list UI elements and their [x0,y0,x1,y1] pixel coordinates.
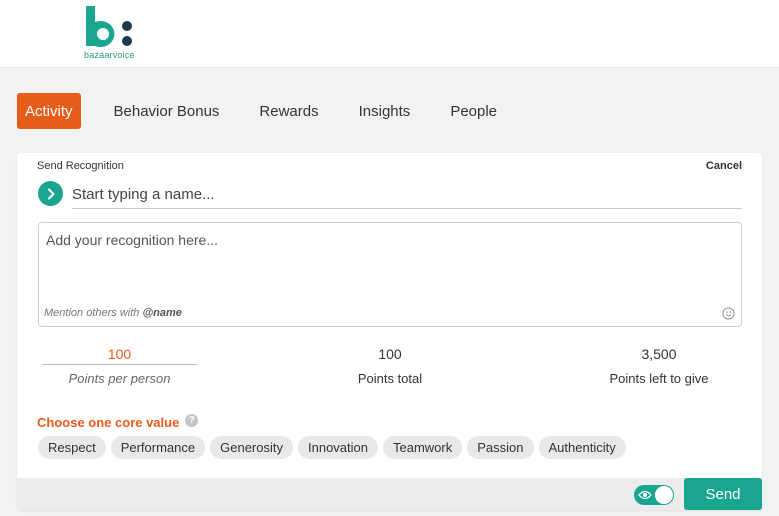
core-value-authenticity[interactable]: Authenticity [538,436,626,459]
points-left: 3,500 Points left to give [589,343,729,386]
logo-wordmark: bazaarvoice [84,50,135,60]
mention-handle: @name [142,307,182,319]
smiley-icon[interactable] [722,307,735,320]
points-left-label: Points left to give [609,371,709,386]
recognition-textarea[interactable] [39,223,741,303]
points-per-person[interactable]: 100 Points per person [42,343,197,386]
points-total: 100 Points total [330,343,450,386]
cancel-button[interactable]: Cancel [706,160,742,172]
toggle-knob [655,486,673,504]
tab-insights[interactable]: Insights [339,93,431,129]
visibility-toggle[interactable] [634,485,674,505]
card-footer: Send [17,478,762,510]
core-value-passion[interactable]: Passion [467,436,534,459]
eye-icon [638,490,652,500]
points-total-value: 100 [378,346,402,362]
points-per-person-label: Points per person [68,371,171,386]
tab-people[interactable]: People [430,93,517,129]
card-title: Send Recognition [37,160,124,172]
core-value-respect[interactable]: Respect [38,436,106,459]
recipient-name-input[interactable] [72,181,742,209]
core-value-performance[interactable]: Performance [110,436,206,459]
core-value-generosity[interactable]: Generosity [210,436,293,459]
tab-activity[interactable]: Activity [17,93,81,129]
core-value-teamwork[interactable]: Teamwork [383,436,463,459]
tab-behavior-bonus[interactable]: Behavior Bonus [94,93,240,129]
core-value-heading: Choose one core value ? [37,414,199,430]
recognition-message-box: Mention others with @name [38,222,742,327]
core-value-innovation[interactable]: Innovation [298,436,378,459]
send-recognition-card: Send Recognition Cancel Mention others w… [17,153,762,510]
points-summary: 100 Points per person 100 Points total 3… [17,343,762,393]
help-icon[interactable]: ? [185,414,199,427]
send-button[interactable]: Send [684,478,762,510]
core-value-title: Choose one core value [37,415,180,430]
tab-rewards[interactable]: Rewards [239,93,338,129]
points-left-value: 3,500 [641,346,677,362]
core-value-list: Respect Performance Generosity Innovatio… [38,436,631,459]
app-header: bazaarvoice [0,0,779,68]
mention-hint: Mention others with @name [44,307,182,319]
mention-hint-text: Mention others with [44,307,143,319]
arrow-right-icon[interactable] [38,181,63,206]
main-tabs: Activity Behavior Bonus Rewards Insights… [17,93,517,129]
points-total-label: Points total [357,371,423,386]
points-per-person-value[interactable]: 100 [42,343,197,365]
